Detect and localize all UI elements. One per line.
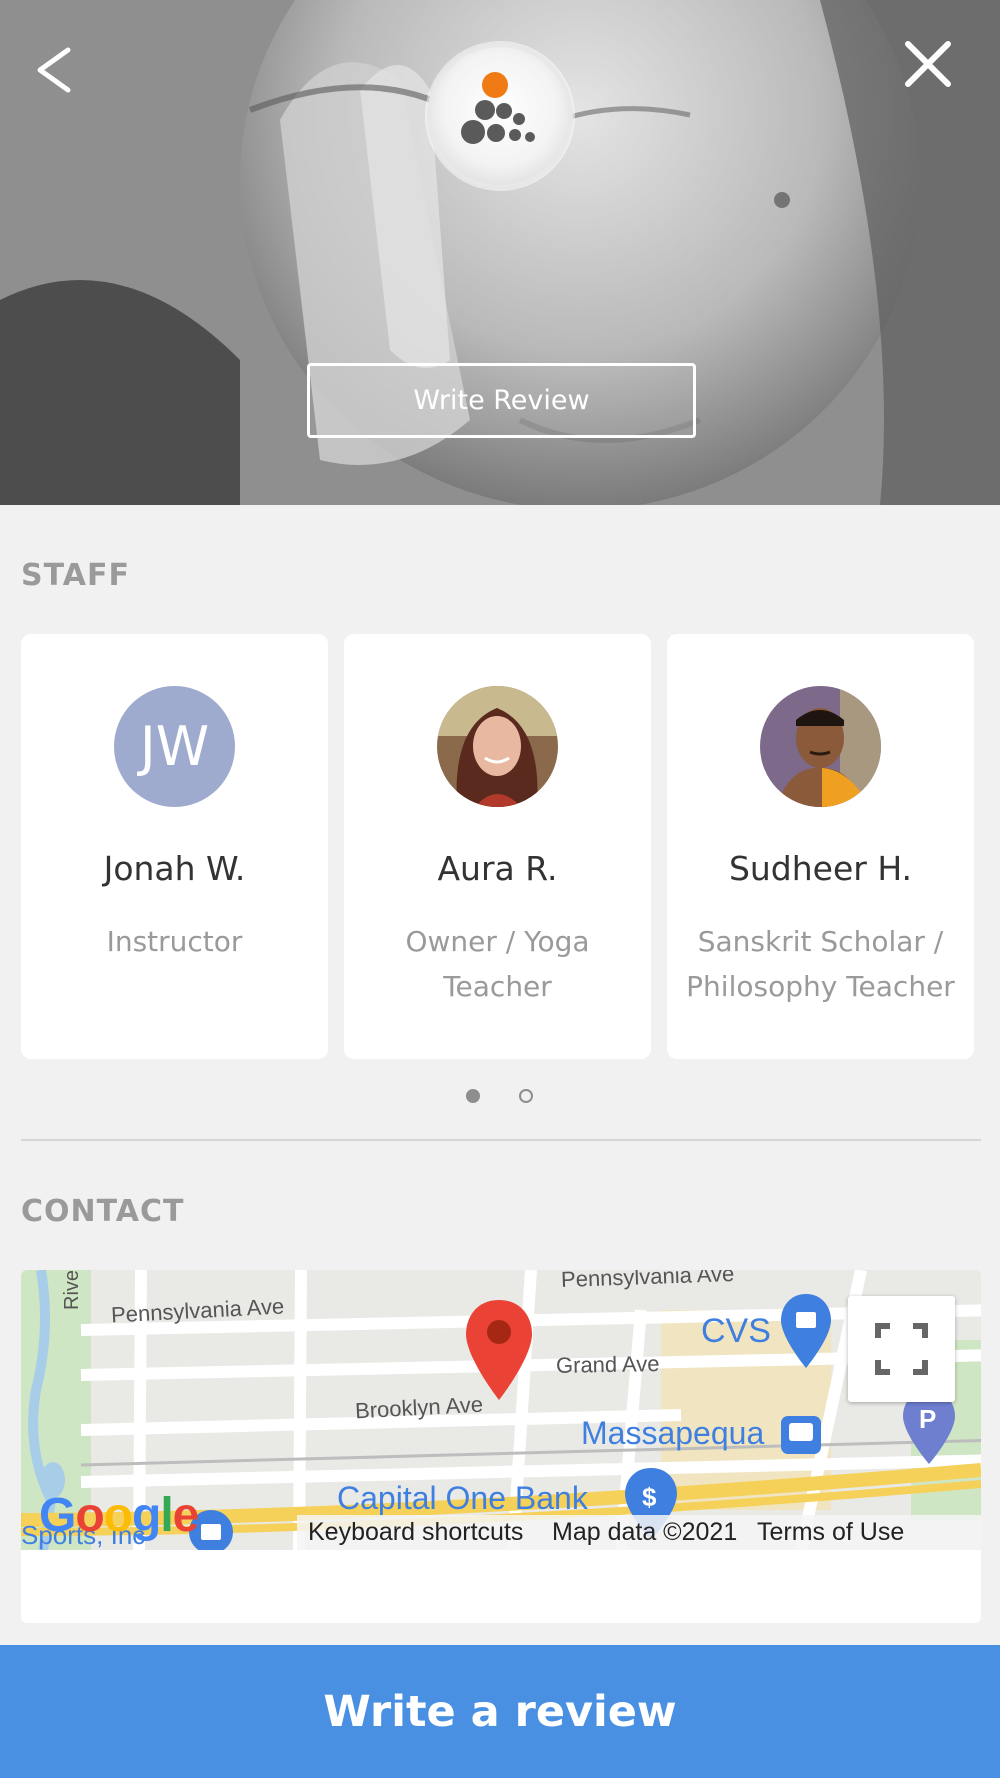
staff-name: Jonah W.	[103, 849, 246, 888]
pagination-dot-active[interactable]	[466, 1089, 480, 1103]
staff-card-aura[interactable]: Aura R. Owner / Yoga Teacher	[344, 634, 651, 1059]
staff-pagination	[0, 1089, 1000, 1105]
staff-section-title: STAFF	[21, 558, 130, 593]
staff-role: Instructor	[106, 925, 243, 958]
avatar	[760, 686, 881, 807]
close-icon	[905, 41, 951, 87]
back-button[interactable]	[24, 38, 88, 102]
chevron-left-icon	[37, 47, 71, 93]
keyboard-shortcuts-link[interactable]: Keyboard shortcuts	[308, 1518, 523, 1547]
staff-name: Sudheer H.	[728, 849, 913, 888]
svg-text:$: $	[642, 1482, 657, 1512]
svg-text:P: P	[919, 1404, 936, 1434]
staff-card-jonah[interactable]: JW Jonah W. Instructor	[21, 634, 328, 1059]
write-a-review-button[interactable]: Write a review	[0, 1645, 1000, 1778]
staff-name: Aura R.	[437, 849, 558, 888]
transit-marker-icon	[781, 1416, 821, 1454]
fullscreen-icon	[875, 1323, 928, 1375]
hero-banner: Write Review	[0, 0, 1000, 505]
google-logo: Google	[39, 1489, 199, 1542]
studio-logo-mark	[461, 72, 535, 144]
place-label: CVS	[701, 1312, 771, 1350]
location-map[interactable]: $ P Pennsylvania Ave Pennsylvania Ave Gr…	[21, 1270, 981, 1550]
place-label: Capital One Bank	[337, 1480, 588, 1516]
street-label: Grand Ave	[555, 1351, 660, 1378]
contact-section-title: CONTACT	[21, 1194, 185, 1229]
avatar: JW	[114, 686, 235, 807]
avatar	[437, 686, 558, 807]
terms-of-use-link[interactable]: Terms of Use	[757, 1518, 904, 1547]
fullscreen-button[interactable]	[848, 1296, 955, 1402]
staff-card-sudheer[interactable]: Sudheer H. Sanskrit Scholar / Philosophy…	[667, 634, 974, 1059]
write-review-button[interactable]: Write Review	[307, 363, 696, 438]
pagination-dot[interactable]	[519, 1089, 533, 1103]
studio-logo	[427, 43, 573, 189]
avatar-photo	[437, 686, 558, 807]
section-divider	[21, 1139, 981, 1141]
map-attribution: Keyboard shortcuts Map data ©2021 Terms …	[297, 1515, 981, 1550]
map-data-label: Map data ©2021	[552, 1518, 738, 1546]
street-label: Rivers	[61, 1270, 83, 1310]
staff-role: Owner / Yoga Teacher	[405, 925, 590, 1003]
avatar-photo	[760, 686, 881, 807]
close-button[interactable]	[898, 34, 958, 94]
map-card: $ P Pennsylvania Ave Pennsylvania Ave Gr…	[21, 1270, 981, 1623]
place-label: Massapequa	[581, 1415, 765, 1451]
staff-role: Sanskrit Scholar / Philosophy Teacher	[686, 925, 955, 1003]
